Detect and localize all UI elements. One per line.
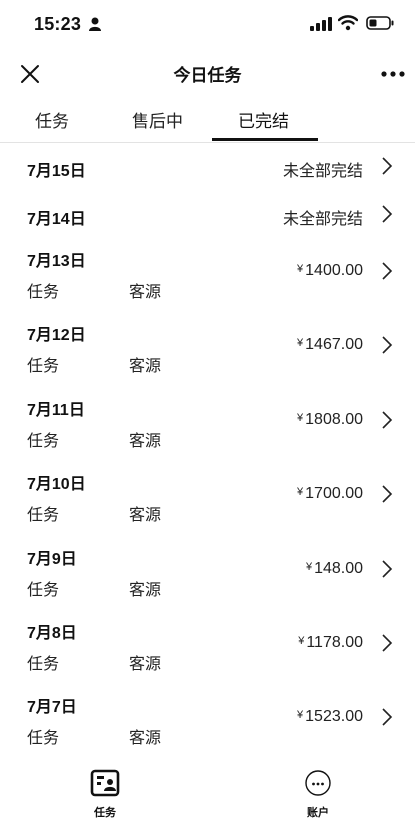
- list-item[interactable]: 7月15日 未全部完结: [0, 143, 415, 191]
- chevron-right-icon: [382, 634, 393, 652]
- chevron-right-icon: [382, 205, 393, 223]
- row-task-label: 任务: [27, 507, 60, 525]
- currency-symbol: ¥: [297, 486, 304, 499]
- row-status: 未全部完结: [282, 211, 363, 228]
- row-source-label: 客源: [129, 432, 162, 450]
- row-source-label: 客源: [129, 507, 162, 525]
- row-amount: ¥148.00: [306, 560, 363, 578]
- row-date: 7月8日: [27, 624, 77, 642]
- task-icon: [90, 769, 120, 797]
- row-date: 7月9日: [27, 550, 77, 568]
- row-date: 7月10日: [27, 476, 86, 494]
- row-source-label: 客源: [129, 730, 162, 748]
- row-source-label: 客源: [129, 284, 162, 301]
- list-item[interactable]: 7月14日 未全部完结: [0, 191, 415, 239]
- amount-value: 1178.00: [306, 633, 363, 651]
- row-status: 未全部完结: [282, 163, 363, 180]
- row-amount: ¥1178.00: [298, 634, 363, 652]
- list-item[interactable]: 7月13日 任务 客源 ¥1400.00: [0, 239, 415, 313]
- row-amount: ¥1467.00: [297, 336, 363, 354]
- row-date: 7月14日: [27, 211, 86, 228]
- list-item[interactable]: 7月9日 任务 客源 ¥148.00: [0, 537, 415, 611]
- list-item[interactable]: 7月7日 任务 客源 ¥1523.00: [0, 685, 415, 759]
- row-amount: ¥1523.00: [297, 708, 363, 726]
- amount-value: 148.00: [314, 559, 363, 577]
- status-bar: 15:23: [0, 0, 415, 52]
- tab-task[interactable]: 任务: [35, 107, 69, 132]
- account-icon: [305, 770, 331, 796]
- more-icon[interactable]: [378, 62, 408, 86]
- tab-completed[interactable]: 已完结: [238, 107, 289, 132]
- battery-icon: [366, 16, 394, 30]
- list-item[interactable]: 7月11日 任务 客源 ¥1808.00: [0, 388, 415, 462]
- amount-value: 1808.00: [305, 410, 363, 428]
- tab-bar: 任务 售后中 已完结: [0, 96, 415, 143]
- bottom-tab-label: 任务: [94, 807, 116, 819]
- amount-value: 1467.00: [305, 336, 363, 354]
- row-source-label: 客源: [129, 581, 162, 599]
- amount-value: 1700.00: [305, 485, 363, 503]
- currency-symbol: ¥: [297, 263, 304, 275]
- page-title: 今日任务: [173, 66, 242, 85]
- status-time: 15:23: [34, 14, 82, 34]
- row-source-label: 客源: [129, 358, 162, 376]
- chevron-right-icon: [382, 559, 393, 578]
- row-amount: ¥1808.00: [297, 411, 363, 429]
- list-item[interactable]: 7月10日 任务 客源 ¥1700.00: [0, 462, 415, 536]
- bottom-tab-task[interactable]: 任务: [75, 769, 135, 820]
- chevron-right-icon: [382, 708, 393, 726]
- row-task-label: 任务: [27, 432, 60, 450]
- record-list: 7月15日 未全部完结 7月14日 未全部完结 7月13日 任务 客源 ¥140…: [0, 143, 415, 760]
- bottom-tab-label: 账户: [307, 807, 329, 819]
- amount-value: 1400.00: [305, 262, 363, 279]
- row-task-label: 任务: [27, 581, 60, 599]
- currency-symbol: ¥: [305, 560, 313, 573]
- bottom-tab-account[interactable]: 账户: [288, 769, 348, 820]
- signal-icon: [310, 17, 332, 31]
- chevron-right-icon: [382, 485, 393, 503]
- person-icon: [89, 17, 101, 31]
- row-task-label: 任务: [27, 284, 60, 301]
- currency-symbol: ¥: [297, 337, 304, 350]
- currency-symbol: ¥: [298, 634, 305, 647]
- list-item[interactable]: 7月8日 任务 客源 ¥1178.00: [0, 611, 415, 685]
- list-item[interactable]: 7月12日 任务 客源 ¥1467.00: [0, 313, 415, 387]
- row-task-label: 任务: [27, 730, 60, 748]
- amount-value: 1523.00: [305, 708, 363, 726]
- wifi-icon: [338, 15, 358, 31]
- row-amount: ¥1400.00: [297, 262, 363, 280]
- row-date: 7月7日: [27, 699, 77, 717]
- row-source-label: 客源: [129, 655, 162, 673]
- chevron-right-icon: [382, 262, 393, 280]
- bottom-tab-bar: 任务 账户: [0, 763, 415, 823]
- row-date: 7月12日: [27, 327, 86, 345]
- active-tab-indicator: [212, 138, 318, 141]
- row-date: 7月11日: [27, 401, 85, 419]
- chevron-right-icon: [382, 411, 393, 429]
- row-task-label: 任务: [27, 358, 60, 376]
- row-task-label: 任务: [27, 655, 60, 673]
- chevron-right-icon: [382, 157, 393, 175]
- row-date: 7月13日: [27, 253, 86, 270]
- tab-after-sales[interactable]: 售后中: [132, 107, 183, 132]
- currency-symbol: ¥: [297, 709, 304, 722]
- row-amount: ¥1700.00: [297, 485, 363, 503]
- currency-symbol: ¥: [297, 411, 304, 424]
- navigation-bar: 今日任务: [0, 52, 415, 94]
- chevron-right-icon: [382, 336, 393, 354]
- row-date: 7月15日: [27, 163, 86, 180]
